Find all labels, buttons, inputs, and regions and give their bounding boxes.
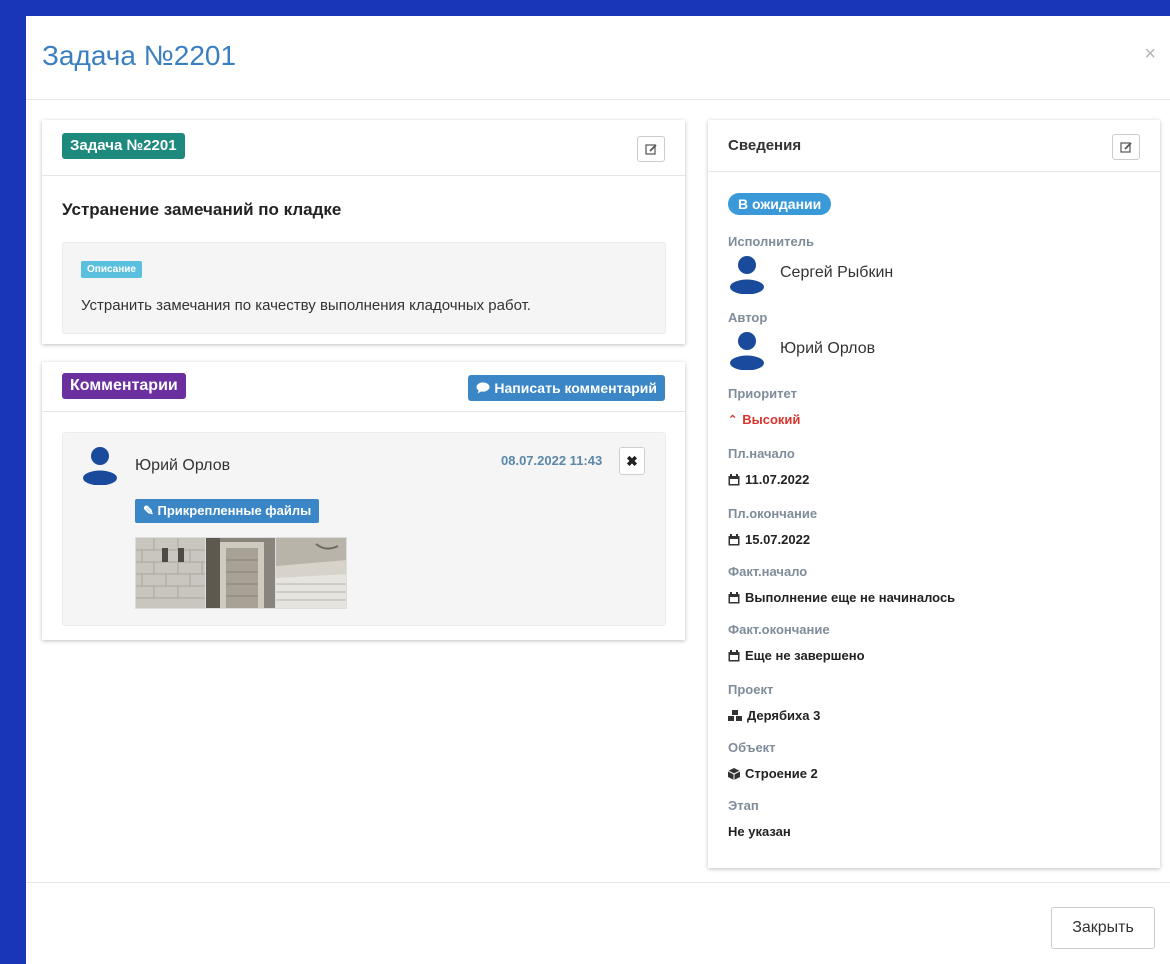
user-avatar-icon (83, 447, 117, 485)
double-chevron-up-icon: ⌃ (728, 414, 738, 426)
attached-files-tag[interactable]: ✎ Прикрепленные файлы (135, 499, 320, 523)
attachment-thumbnail-ceiling[interactable] (275, 537, 347, 609)
task-panel: Задача №2201 Устранение замечаний по кла… (42, 120, 685, 344)
close-icon[interactable]: × (1144, 44, 1156, 64)
fact-start-label: Факт.начало (728, 564, 808, 579)
fact-end-text: Еще не завершено (745, 648, 865, 663)
plan-end-text: 15.07.2022 (745, 532, 811, 547)
fact-start-text: Выполнение еще не начиналось (745, 590, 956, 605)
comments-panel: Комментарии Написать комментарий Юрий Ор… (42, 362, 685, 640)
status-badge: В ожидании (728, 193, 832, 215)
fact-end-label: Факт.окончание (728, 622, 830, 637)
plan-end-value: 15.07.2022 (728, 532, 810, 547)
modal-header: Задача №2201 × (26, 16, 1170, 100)
task-panel-header: Задача №2201 (42, 120, 685, 176)
task-number-badge: Задача №2201 (62, 133, 185, 159)
comments-badge: Комментарии (62, 373, 186, 399)
task-modal: Задача №2201 × Задача №2201 Устранение з… (26, 16, 1170, 964)
object-label: Объект (728, 740, 776, 755)
cubes-icon (728, 709, 742, 721)
calendar-icon (728, 591, 740, 603)
comments-panel-header: Комментарии Написать комментарий (42, 362, 685, 412)
project-text: Дерябиха 3 (747, 708, 821, 723)
plan-start-value: 11.07.2022 (728, 472, 809, 487)
attachment-thumbnail-brick-wall[interactable] (135, 537, 207, 609)
attachment-thumbnail-doorway[interactable] (205, 537, 277, 609)
cube-icon (728, 767, 740, 780)
paperclip-icon: ✎ (143, 503, 158, 518)
author-label: Автор (728, 310, 768, 325)
delete-comment-button[interactable]: ✖ (619, 447, 645, 475)
priority-value: ⌃ Высокий (728, 412, 800, 427)
fact-end-value: Еще не завершено (728, 648, 865, 663)
comment-author: Юрий Орлов (135, 457, 231, 474)
calendar-icon (728, 649, 740, 661)
description-text: Устранить замечания по качеству выполнен… (81, 297, 531, 314)
stage-value: Не указан (728, 824, 791, 839)
write-comment-button[interactable]: Написать комментарий (468, 375, 665, 401)
object-value: Строение 2 (728, 766, 818, 781)
info-panel: Сведения В ожидании Исполнитель Сергей Р… (708, 120, 1160, 868)
edit-icon (1119, 141, 1132, 153)
calendar-icon (728, 533, 740, 545)
write-comment-label: Написать комментарий (494, 380, 657, 396)
author-name: Юрий Орлов (780, 340, 876, 357)
close-button[interactable]: Закрыть (1051, 907, 1155, 949)
object-text: Строение 2 (745, 766, 818, 781)
attached-files-label: Прикрепленные файлы (157, 503, 312, 518)
task-name: Устранение замечаний по кладке (62, 200, 342, 219)
description-box: Описание Устранить замечания по качеству… (62, 242, 666, 334)
edit-icon (644, 143, 657, 155)
modal-footer: Закрыть (26, 882, 1170, 964)
modal-title: Задача №2201 (42, 40, 237, 71)
project-label: Проект (728, 682, 774, 697)
author-avatar-icon (730, 332, 764, 370)
plan-start-label: Пл.начало (728, 446, 795, 461)
executor-label: Исполнитель (728, 234, 814, 249)
comment-item: Юрий Орлов 08.07.2022 11:43 ✖ ✎ Прикрепл… (62, 432, 666, 626)
fact-start-value: Выполнение еще не начиналось (728, 590, 955, 605)
priority-label: Приоритет (728, 386, 797, 401)
project-value: Дерябиха 3 (728, 708, 820, 723)
edit-task-button[interactable] (637, 136, 665, 162)
plan-start-text: 11.07.2022 (745, 472, 810, 487)
stage-label: Этап (728, 798, 759, 813)
calendar-icon (728, 473, 740, 485)
priority-text: Высокий (742, 412, 801, 427)
speech-bubble-icon (476, 382, 490, 394)
executor-name: Сергей Рыбкин (780, 264, 894, 281)
description-tag: Описание (81, 261, 142, 278)
executor-avatar-icon (730, 256, 764, 294)
info-panel-header: Сведения (708, 120, 1160, 172)
plan-end-label: Пл.окончание (728, 506, 818, 521)
info-title: Сведения (728, 137, 802, 154)
comment-date: 08.07.2022 11:43 (501, 453, 603, 468)
edit-info-button[interactable] (1112, 134, 1140, 160)
